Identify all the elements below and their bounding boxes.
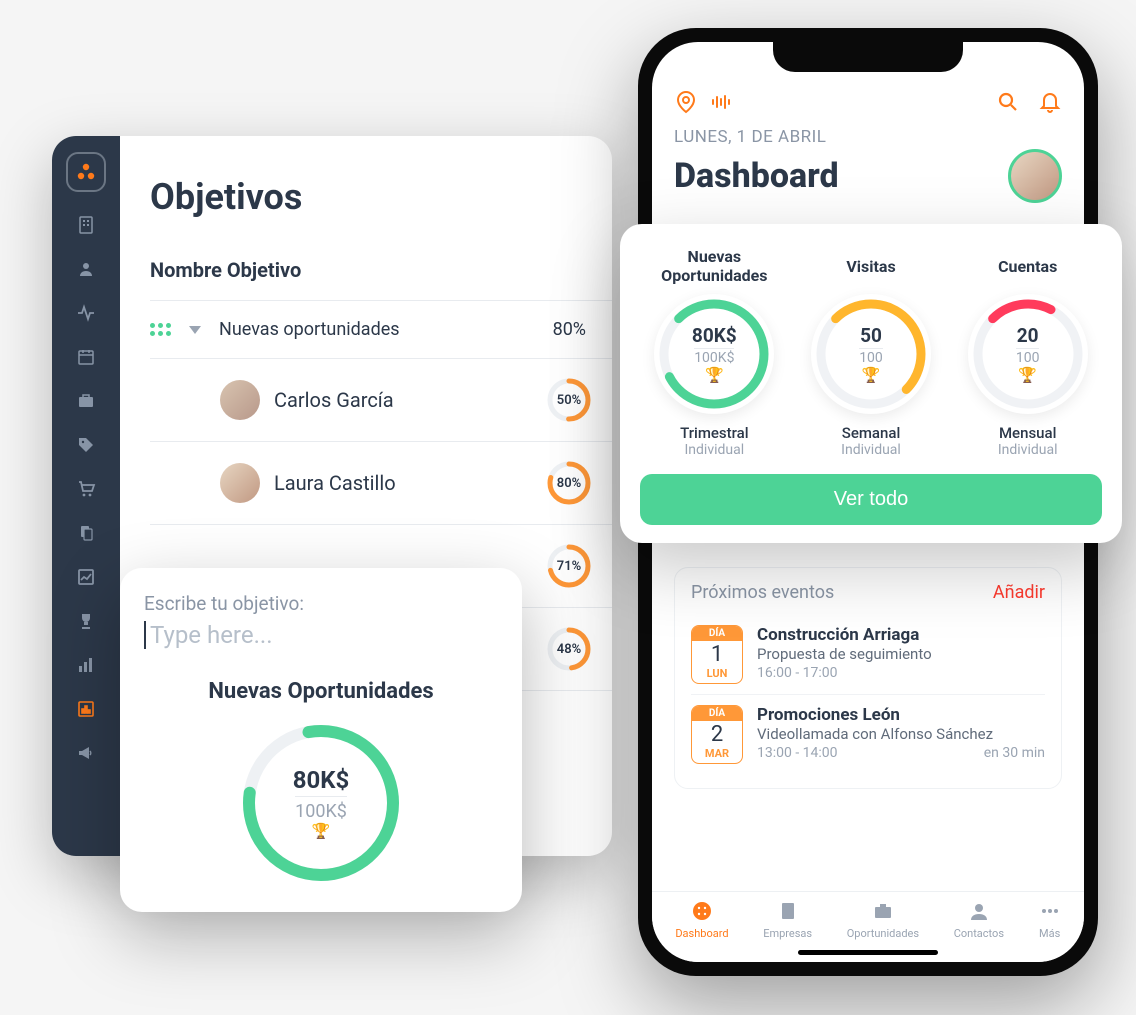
goal-row-main[interactable]: Nuevas oportunidades 80%	[150, 301, 612, 359]
metrics-card: Nuevas Oportunidades 80K$ 100K$ 🏆 Trimes…	[620, 224, 1122, 543]
event-item[interactable]: DÍA 2 MAR Promociones León Videollamada …	[691, 694, 1045, 774]
avatar	[220, 463, 260, 503]
trophy-icon[interactable]	[75, 610, 97, 632]
event-time: 16:00 - 17:00	[757, 665, 838, 681]
see-all-button[interactable]: Ver todo	[640, 474, 1102, 525]
person-name: Laura Castillo	[274, 471, 532, 495]
bars-icon[interactable]	[75, 654, 97, 676]
avatar	[220, 380, 260, 420]
home-indicator[interactable]	[798, 950, 938, 955]
add-event-button[interactable]: Añadir	[993, 582, 1045, 603]
metric-donut: 80K$ 100K$ 🏆	[654, 294, 774, 414]
tab-contactos[interactable]: Contactos	[954, 900, 1004, 940]
event-time: 13:00 - 14:00	[757, 745, 838, 761]
metric-scope: Individual	[998, 442, 1058, 458]
event-name: Promociones León	[757, 705, 1045, 725]
megaphone-icon[interactable]	[75, 742, 97, 764]
app-logo[interactable]	[66, 152, 106, 192]
metric-visitas[interactable]: Visitas 50 100 🏆 Semanal Individual	[797, 244, 946, 458]
date-badge: DÍA 1 LUN	[691, 625, 743, 684]
goal-row-person[interactable]: Laura Castillo 80%	[150, 442, 612, 525]
building-icon[interactable]	[75, 214, 97, 236]
chevron-down-icon[interactable]	[189, 326, 201, 334]
goal-input-popup: Escribe tu objetivo: Type here... Nuevas…	[120, 568, 522, 912]
chart-line-icon[interactable]	[75, 566, 97, 588]
trophy-icon: 🏆	[705, 366, 724, 384]
tab-mas[interactable]: Más	[1039, 900, 1061, 940]
goals-icon[interactable]	[75, 698, 97, 720]
events-title: Próximos eventos	[691, 582, 834, 603]
bell-icon[interactable]	[1038, 90, 1062, 119]
table-column-header: Nombre Objetivo	[150, 258, 612, 301]
search-icon[interactable]	[996, 90, 1020, 119]
progress-donut: 50%	[546, 377, 592, 423]
event-subtitle: Propuesta de seguimiento	[757, 645, 1045, 663]
cart-icon[interactable]	[75, 478, 97, 500]
events-card: Próximos eventos Añadir DÍA 1 LUN Constr…	[674, 567, 1062, 789]
event-item[interactable]: DÍA 1 LUN Construcción Arriaga Propuesta…	[691, 615, 1045, 694]
calendar-icon[interactable]	[75, 346, 97, 368]
metric-donut: 20 100 🏆	[968, 294, 1088, 414]
trophy-icon: 🏆	[1018, 366, 1037, 384]
person-name: Carlos García	[274, 388, 532, 412]
goal-name: Nuevas oportunidades	[219, 319, 539, 340]
goal-value: 80K$	[293, 766, 350, 794]
popup-label: Escribe tu objetivo:	[144, 592, 498, 615]
tag-icon[interactable]	[75, 434, 97, 456]
person-icon	[968, 900, 990, 925]
date-badge: DÍA 2 MAR	[691, 705, 743, 764]
event-relative: en 30 min	[984, 745, 1045, 761]
metric-oportunidades[interactable]: Nuevas Oportunidades 80K$ 100K$ 🏆 Trimes…	[640, 244, 789, 458]
goal-row-person[interactable]: Carlos García 50%	[150, 359, 612, 442]
page-title: Objetivos	[150, 176, 612, 218]
tab-dashboard[interactable]: Dashboard	[675, 900, 728, 940]
text-cursor	[144, 621, 146, 649]
metric-scope: Individual	[685, 442, 745, 458]
progress-donut: 48%	[546, 626, 592, 672]
location-icon[interactable]	[674, 90, 698, 119]
documents-icon[interactable]	[75, 522, 97, 544]
progress-donut: 71%	[546, 543, 592, 589]
drag-handle-icon[interactable]	[150, 323, 171, 336]
user-avatar[interactable]	[1008, 149, 1062, 203]
phone-notch	[773, 42, 963, 72]
goal-name-input[interactable]: Type here...	[144, 621, 498, 649]
metric-cuentas[interactable]: Cuentas 20 100 🏆 Mensual Individual	[953, 244, 1102, 458]
briefcase-icon	[872, 900, 894, 925]
gauge-icon	[691, 900, 713, 925]
briefcase-icon[interactable]	[75, 390, 97, 412]
building-icon	[777, 900, 799, 925]
more-icon	[1039, 900, 1061, 925]
trophy-icon: 🏆	[312, 822, 331, 840]
input-placeholder: Type here...	[150, 621, 273, 649]
metric-scope: Individual	[841, 442, 901, 458]
person-icon[interactable]	[75, 258, 97, 280]
tab-empresas[interactable]: Empresas	[763, 900, 812, 940]
goal-target: 100K$	[295, 796, 347, 822]
phone-title: Dashboard	[674, 156, 839, 196]
tab-oportunidades[interactable]: Oportunidades	[847, 900, 919, 940]
event-name: Construcción Arriaga	[757, 625, 1045, 645]
goal-percent: 80%	[553, 319, 586, 340]
popup-heading: Nuevas Oportunidades	[144, 679, 498, 704]
trophy-icon: 🏆	[862, 366, 881, 384]
goal-progress-donut: 80K$ 100K$ 🏆	[236, 718, 406, 888]
metric-donut: 50 100 🏆	[811, 294, 931, 414]
activity-icon[interactable]	[75, 302, 97, 324]
phone-date: LUNES, 1 DE ABRIL	[652, 127, 1084, 147]
voice-icon[interactable]	[708, 90, 732, 119]
sidebar	[52, 136, 120, 856]
progress-donut: 80%	[546, 460, 592, 506]
event-subtitle: Videollamada con Alfonso Sánchez	[757, 725, 1045, 743]
